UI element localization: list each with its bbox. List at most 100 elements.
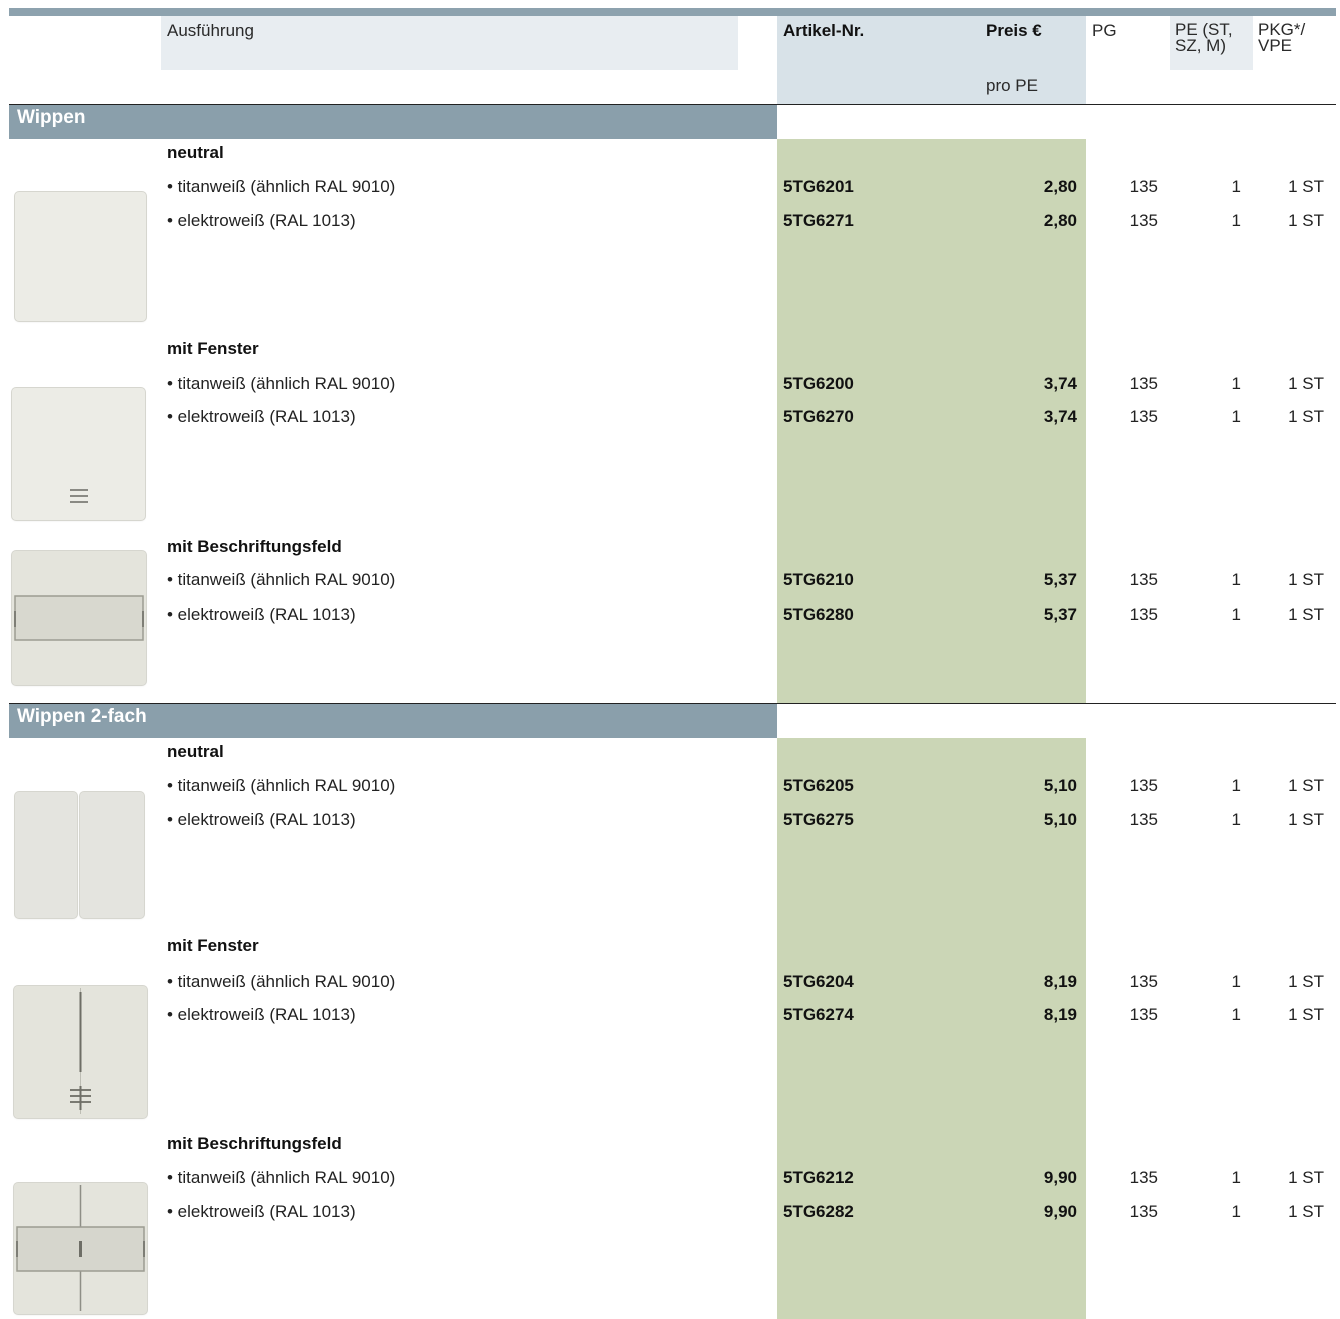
pg: 135 bbox=[1129, 972, 1158, 991]
article-number: 5TG6212 bbox=[783, 1168, 854, 1187]
pkg: 1 ST bbox=[1288, 177, 1324, 196]
pe: 1 bbox=[1231, 177, 1241, 196]
variant-desc: • titanweiß (ähnlich RAL 9010) bbox=[167, 570, 396, 589]
article-number: 5TG6204 bbox=[783, 972, 854, 991]
pkg: 1 ST bbox=[1288, 776, 1324, 795]
group-title: neutral bbox=[167, 143, 224, 162]
header-preis: Preis € bbox=[986, 21, 1042, 40]
price: 8,19 bbox=[1043, 972, 1077, 991]
price: 5,37 bbox=[1043, 605, 1077, 624]
variant-desc: • titanweiß (ähnlich RAL 9010) bbox=[167, 374, 396, 393]
variant-desc: • elektroweiß (RAL 1013) bbox=[167, 407, 356, 426]
variant-desc: • elektroweiß (RAL 1013) bbox=[167, 810, 356, 829]
pkg: 1 ST bbox=[1288, 972, 1324, 991]
section-title: Wippen 2-fach bbox=[17, 706, 147, 727]
group-title: mit Fenster bbox=[167, 936, 259, 955]
pe: 1 bbox=[1231, 776, 1241, 795]
group-title: mit Beschriftungsfeld bbox=[167, 1134, 342, 1153]
section-header-wippen bbox=[9, 105, 777, 139]
variant-desc: • elektroweiß (RAL 1013) bbox=[167, 211, 356, 230]
header-pkg: PKG*/ VPE bbox=[1258, 21, 1305, 55]
pkg: 1 ST bbox=[1288, 1005, 1324, 1024]
group-title: neutral bbox=[167, 742, 224, 761]
pg: 135 bbox=[1129, 810, 1158, 829]
double-rocker-neutral-icon bbox=[15, 792, 144, 918]
pe: 1 bbox=[1231, 211, 1241, 230]
pg: 135 bbox=[1129, 605, 1158, 624]
pe: 1 bbox=[1231, 810, 1241, 829]
article-number: 5TG6270 bbox=[783, 407, 854, 426]
double-rocker-window-icon bbox=[14, 986, 147, 1118]
pg: 135 bbox=[1129, 211, 1158, 230]
price: 5,10 bbox=[1043, 810, 1077, 829]
rocker-label-field-icon bbox=[12, 551, 146, 685]
pkg: 1 ST bbox=[1288, 605, 1324, 624]
pe: 1 bbox=[1231, 1202, 1241, 1221]
group-title: mit Beschriftungsfeld bbox=[167, 537, 342, 556]
pe: 1 bbox=[1231, 1168, 1241, 1187]
window-lines-icon bbox=[70, 489, 88, 503]
header-pkg-line2: VPE bbox=[1258, 36, 1293, 55]
article-number: 5TG6275 bbox=[783, 810, 854, 829]
label-field-frame-icon bbox=[14, 595, 144, 641]
rocker-right-icon bbox=[80, 792, 144, 918]
pe: 1 bbox=[1231, 605, 1241, 624]
article-number: 5TG6271 bbox=[783, 211, 854, 230]
group-title: mit Fenster bbox=[167, 339, 259, 358]
pg: 135 bbox=[1129, 570, 1158, 589]
header-pe: PE (ST, SZ, M) bbox=[1175, 21, 1233, 55]
article-number: 5TG6274 bbox=[783, 1005, 854, 1024]
price: 9,90 bbox=[1043, 1168, 1077, 1187]
article-number: 5TG6205 bbox=[783, 776, 854, 795]
price: 5,37 bbox=[1043, 570, 1077, 589]
top-rule bbox=[9, 8, 1336, 16]
variant-desc: • titanweiß (ähnlich RAL 9010) bbox=[167, 776, 396, 795]
pkg: 1 ST bbox=[1288, 1202, 1324, 1221]
rocker-window-icon bbox=[12, 388, 145, 520]
article-number: 5TG6201 bbox=[783, 177, 854, 196]
pe: 1 bbox=[1231, 570, 1241, 589]
pe: 1 bbox=[1231, 972, 1241, 991]
article-number: 5TG6210 bbox=[783, 570, 854, 589]
pkg: 1 ST bbox=[1288, 211, 1324, 230]
price: 8,19 bbox=[1043, 1005, 1077, 1024]
header-pro-pe: pro PE bbox=[986, 76, 1038, 95]
price: 2,80 bbox=[1043, 177, 1077, 196]
variant-desc: • elektroweiß (RAL 1013) bbox=[167, 605, 356, 624]
variant-desc: • elektroweiß (RAL 1013) bbox=[167, 1005, 356, 1024]
variant-desc: • elektroweiß (RAL 1013) bbox=[167, 1202, 356, 1221]
double-label-field-frame-icon bbox=[16, 1185, 145, 1311]
price: 2,80 bbox=[1043, 211, 1077, 230]
header-pg: PG bbox=[1092, 21, 1117, 40]
variant-desc: • titanweiß (ähnlich RAL 9010) bbox=[167, 177, 396, 196]
double-window-lines-icon bbox=[70, 988, 91, 1114]
pg: 135 bbox=[1129, 407, 1158, 426]
article-number: 5TG6282 bbox=[783, 1202, 854, 1221]
pkg: 1 ST bbox=[1288, 810, 1324, 829]
pe: 1 bbox=[1231, 407, 1241, 426]
price: 3,74 bbox=[1043, 374, 1077, 393]
variant-desc: • titanweiß (ähnlich RAL 9010) bbox=[167, 972, 396, 991]
price: 5,10 bbox=[1043, 776, 1077, 795]
pg: 135 bbox=[1129, 1005, 1158, 1024]
header-ausfuehrung: Ausführung bbox=[167, 21, 254, 40]
price: 9,90 bbox=[1043, 1202, 1077, 1221]
pg: 135 bbox=[1129, 1202, 1158, 1221]
variant-desc: • titanweiß (ähnlich RAL 9010) bbox=[167, 1168, 396, 1187]
pe: 1 bbox=[1231, 374, 1241, 393]
pkg: 1 ST bbox=[1288, 570, 1324, 589]
article-number: 5TG6280 bbox=[783, 605, 854, 624]
pg: 135 bbox=[1129, 776, 1158, 795]
pkg: 1 ST bbox=[1288, 374, 1324, 393]
pkg: 1 ST bbox=[1288, 407, 1324, 426]
section-title: Wippen bbox=[17, 107, 86, 128]
article-number: 5TG6200 bbox=[783, 374, 854, 393]
header-pe-line2: SZ, M) bbox=[1175, 36, 1226, 55]
pg: 135 bbox=[1129, 374, 1158, 393]
pg: 135 bbox=[1129, 177, 1158, 196]
rocker-left-icon bbox=[15, 792, 77, 918]
pe: 1 bbox=[1231, 1005, 1241, 1024]
double-rocker-label-field-icon bbox=[14, 1183, 147, 1314]
header-artikel-nr: Artikel-Nr. bbox=[783, 21, 865, 40]
pg: 135 bbox=[1129, 1168, 1158, 1187]
